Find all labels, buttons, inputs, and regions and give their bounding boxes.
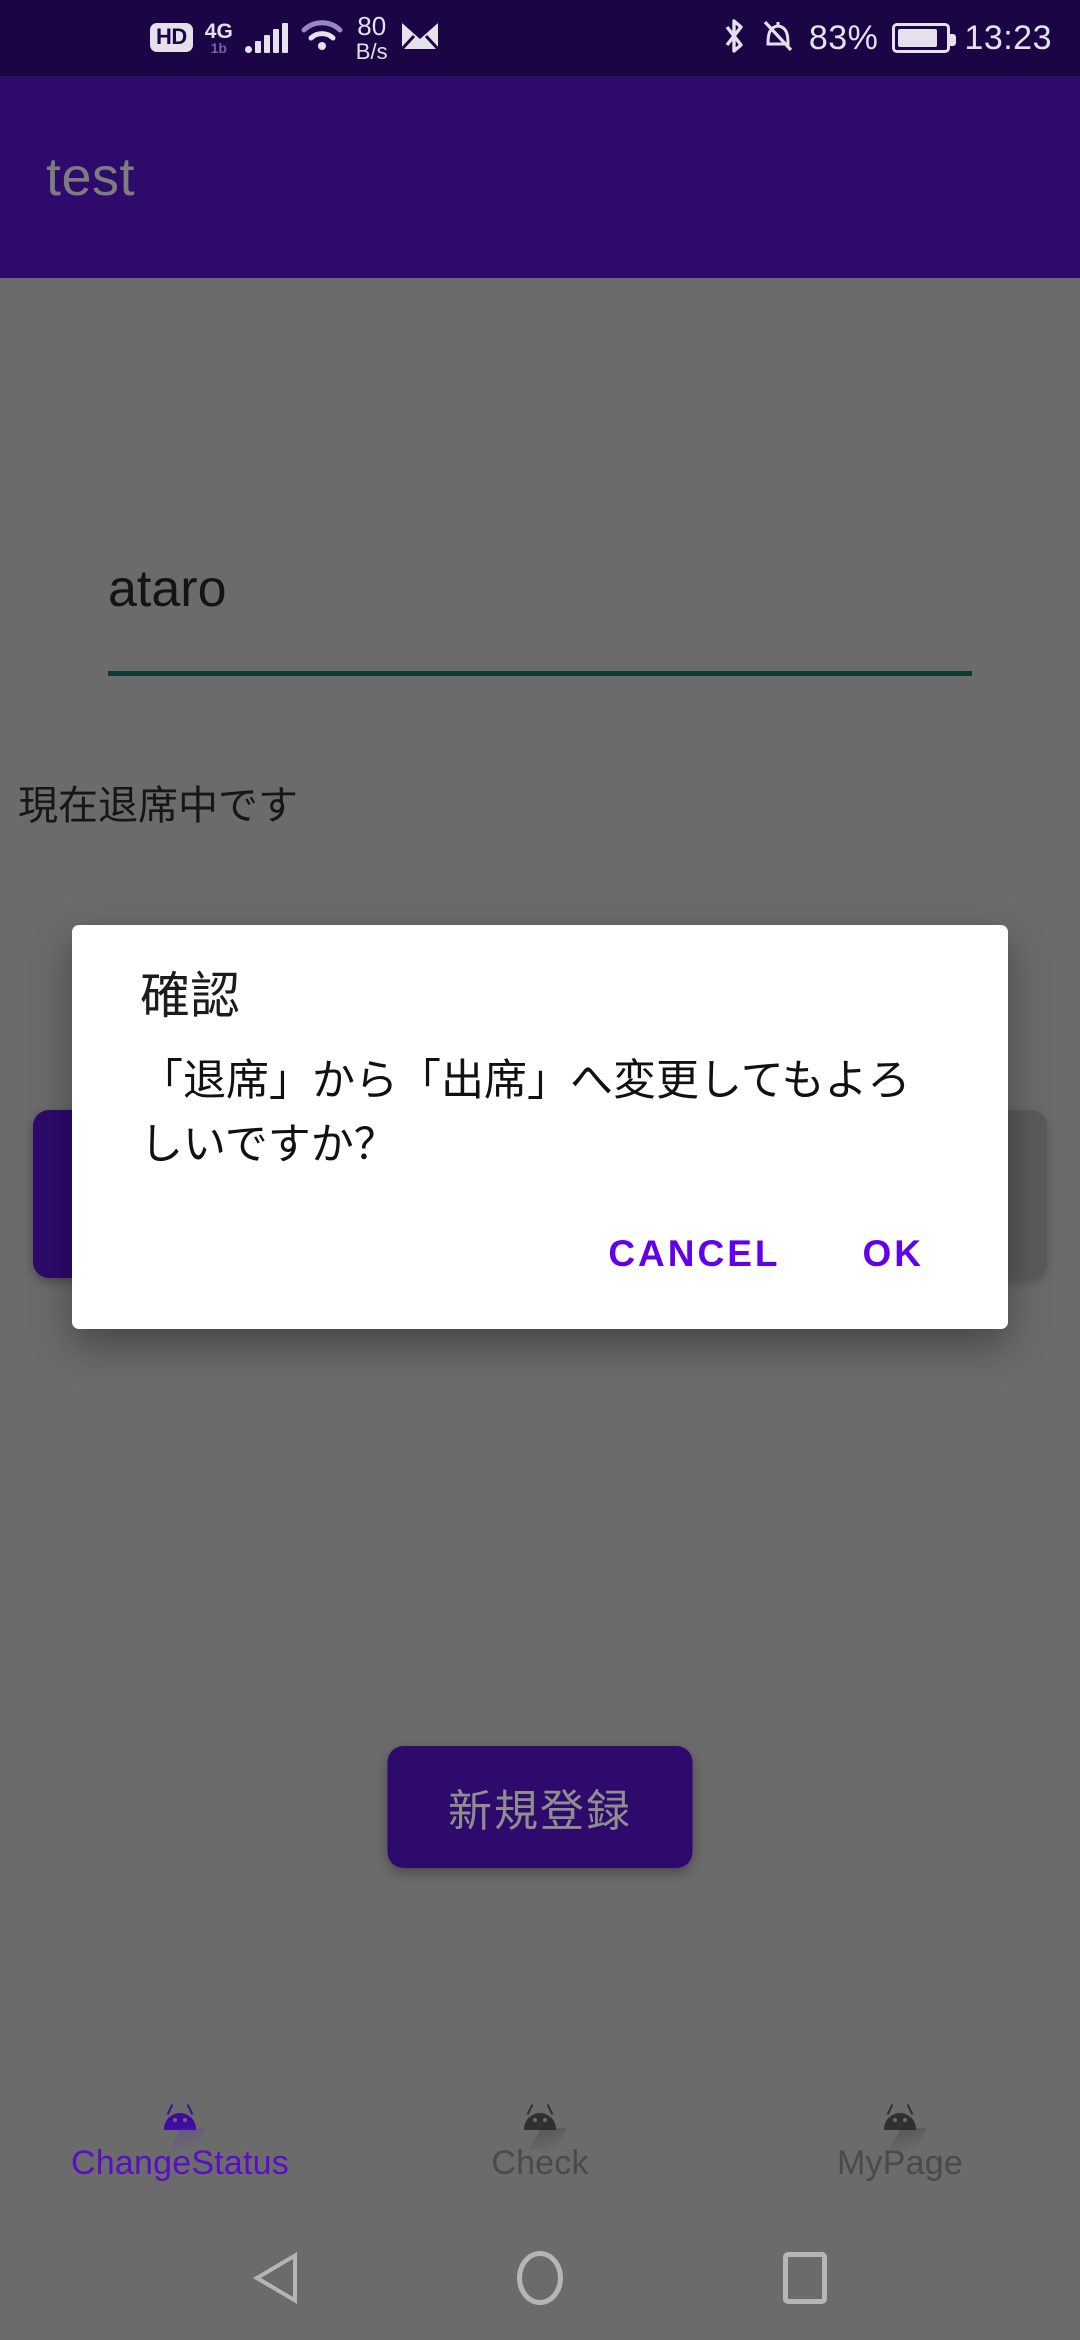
confirm-dialog: 確認 「退席」から「出席」へ変更してもよろしいですか？ CANCEL OK xyxy=(72,925,1008,1329)
dialog-actions: CANCEL OK xyxy=(112,1219,968,1303)
dialog-message: 「退席」から「出席」へ変更してもよろしいですか？ xyxy=(112,1050,968,1177)
dialog-title: 確認 xyxy=(112,969,968,1024)
phone-screen: HD 4G 1b 80 B/s xyxy=(0,0,1080,2340)
ok-button[interactable]: OK xyxy=(837,1219,951,1289)
cancel-button[interactable]: CANCEL xyxy=(582,1219,806,1289)
